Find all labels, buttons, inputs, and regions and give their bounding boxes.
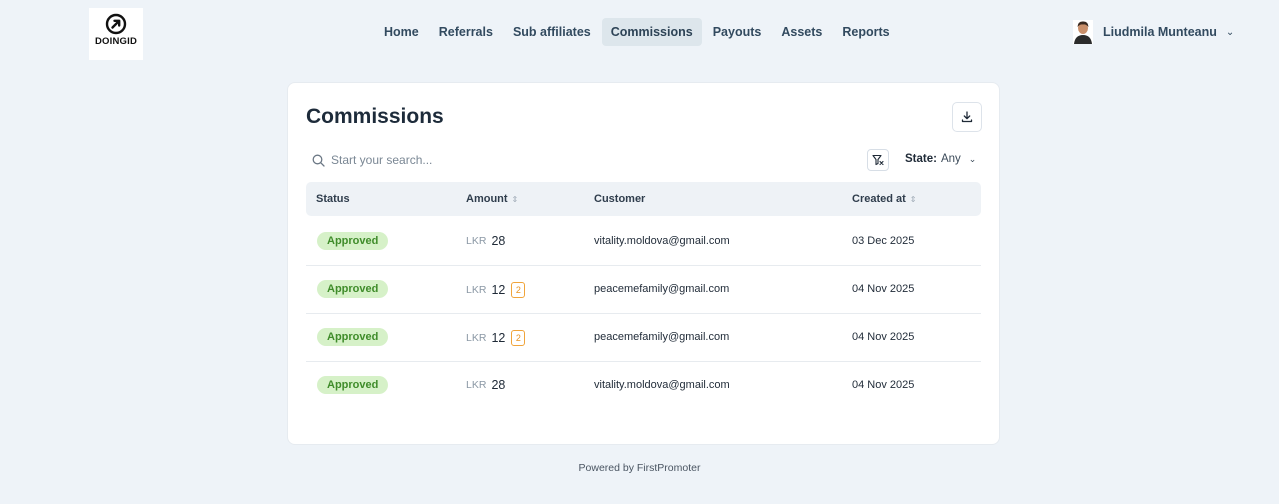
column-customer: Customer bbox=[594, 193, 646, 205]
footer-powered-by[interactable]: Powered by FirstPromoter bbox=[0, 462, 1279, 474]
count-badge[interactable]: 2 bbox=[511, 282, 526, 298]
state-filter-label: State: bbox=[905, 153, 937, 165]
search-input[interactable]: Start your search... bbox=[331, 153, 432, 167]
download-button[interactable] bbox=[952, 102, 982, 132]
status-badge: Approved bbox=[317, 232, 389, 250]
created-date: 04 Nov 2025 bbox=[852, 379, 915, 391]
status-badge: Approved bbox=[317, 328, 389, 346]
table-row[interactable]: Approved LKR 28 vitality.moldova@gmail.c… bbox=[306, 217, 981, 266]
created-date: 04 Nov 2025 bbox=[852, 283, 915, 295]
column-status: Status bbox=[316, 193, 350, 205]
state-filter-dropdown[interactable]: State: Any ⌄ bbox=[905, 153, 976, 165]
table-row[interactable]: Approved LKR 12 2 peacemefamily@gmail.co… bbox=[306, 313, 981, 362]
column-amount[interactable]: Amount ⇕ bbox=[466, 193, 518, 205]
column-amount-label: Amount bbox=[466, 193, 508, 205]
amount-value: 12 bbox=[491, 283, 506, 297]
brand-logo[interactable]: DOINGID bbox=[89, 8, 143, 60]
chevron-down-icon: ⌄ bbox=[968, 153, 977, 164]
column-created[interactable]: Created at ⇕ bbox=[852, 193, 917, 205]
download-icon bbox=[961, 111, 973, 123]
amount-value: 28 bbox=[491, 378, 506, 392]
count-badge[interactable]: 2 bbox=[511, 330, 526, 346]
table-row[interactable]: Approved LKR 12 2 peacemefamily@gmail.co… bbox=[306, 265, 981, 314]
sort-icon: ⇕ bbox=[511, 195, 519, 204]
logo-text: DOINGID bbox=[94, 36, 138, 47]
customer-email: peacemefamily@gmail.com bbox=[594, 283, 730, 295]
arrow-circle-icon bbox=[105, 13, 127, 35]
nav-commissions[interactable]: Commissions bbox=[601, 18, 702, 46]
nav-reports[interactable]: Reports bbox=[833, 18, 898, 46]
state-filter-value: Any bbox=[940, 153, 961, 165]
column-created-label: Created at bbox=[852, 193, 906, 205]
status-badge: Approved bbox=[317, 280, 389, 298]
customer-email: vitality.moldova@gmail.com bbox=[594, 235, 730, 247]
amount-cell: LKR 12 2 bbox=[466, 282, 526, 298]
nav-payouts[interactable]: Payouts bbox=[704, 18, 771, 46]
created-date: 03 Dec 2025 bbox=[852, 235, 915, 247]
amount-cell: LKR 28 bbox=[466, 378, 505, 392]
amount-cell: LKR 28 bbox=[466, 234, 505, 248]
user-name: Liudmila Munteanu bbox=[1103, 25, 1217, 39]
main-nav: Home Referrals Sub affiliates Commission… bbox=[375, 18, 901, 46]
user-menu[interactable]: Liudmila Munteanu ⌄ bbox=[1073, 20, 1234, 44]
page-title: Commissions bbox=[306, 105, 444, 128]
avatar bbox=[1073, 20, 1093, 44]
search-field[interactable]: Start your search... bbox=[312, 153, 432, 167]
currency: LKR bbox=[466, 379, 487, 391]
amount-value: 28 bbox=[491, 234, 506, 248]
commissions-card: Commissions Start your search... State: … bbox=[287, 82, 1000, 445]
customer-email: vitality.moldova@gmail.com bbox=[594, 379, 730, 391]
chevron-down-icon: ⌄ bbox=[1225, 26, 1235, 38]
customer-email: peacemefamily@gmail.com bbox=[594, 331, 730, 343]
amount-value: 12 bbox=[491, 331, 506, 345]
currency: LKR bbox=[466, 284, 487, 296]
search-icon bbox=[312, 154, 325, 167]
sort-icon: ⇕ bbox=[909, 195, 917, 204]
nav-referrals[interactable]: Referrals bbox=[430, 18, 502, 46]
nav-home[interactable]: Home bbox=[375, 18, 428, 46]
clear-filter-button[interactable] bbox=[867, 149, 889, 171]
created-date: 04 Nov 2025 bbox=[852, 331, 915, 343]
table-row[interactable]: Approved LKR 28 vitality.moldova@gmail.c… bbox=[306, 361, 981, 409]
table-header: Status Amount ⇕ Customer Created at ⇕ bbox=[306, 182, 981, 216]
currency: LKR bbox=[466, 332, 487, 344]
nav-sub-affiliates[interactable]: Sub affiliates bbox=[504, 18, 600, 46]
currency: LKR bbox=[466, 235, 487, 247]
amount-cell: LKR 12 2 bbox=[466, 330, 526, 346]
filter-clear-icon bbox=[872, 154, 884, 166]
status-badge: Approved bbox=[317, 376, 389, 394]
nav-assets[interactable]: Assets bbox=[772, 18, 831, 46]
